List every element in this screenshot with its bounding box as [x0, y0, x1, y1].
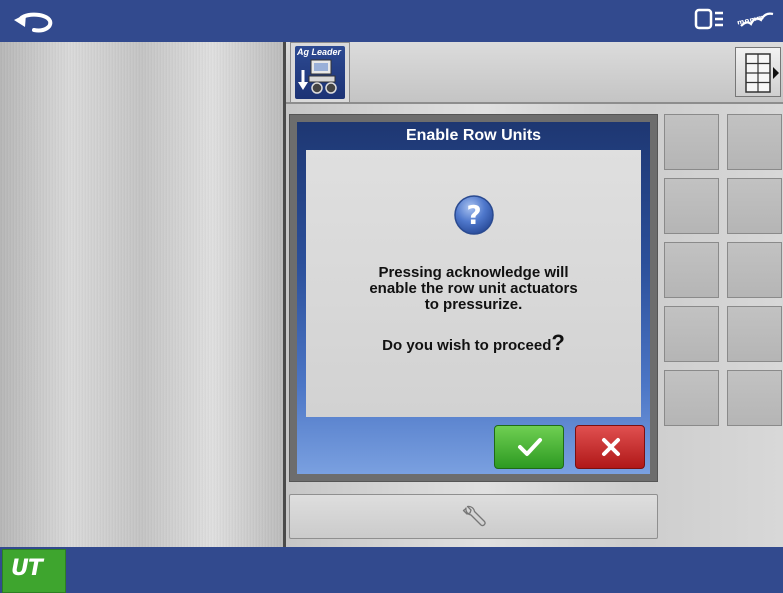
ut-label: UT	[11, 556, 43, 581]
grid-cell[interactable]	[664, 114, 719, 170]
message-line: enable the row unit actuators	[369, 280, 578, 297]
question-mark: ?	[551, 330, 565, 355]
checkmark-icon	[518, 438, 542, 456]
left-panel	[0, 42, 283, 547]
grid-cell[interactable]	[727, 114, 782, 170]
grid-cell[interactable]	[664, 242, 719, 298]
dialog-message: Pressing acknowledge will enable the row…	[306, 265, 641, 313]
grid-cell[interactable]	[727, 242, 782, 298]
planter-implement-icon	[298, 59, 337, 94]
top-bar: ᵐᵒᵐᵐ	[0, 0, 783, 42]
universal-terminal-button[interactable]: UT	[2, 549, 66, 593]
settings-bar-button[interactable]	[289, 494, 658, 539]
wrench-icon	[462, 505, 486, 527]
message-line: to pressurize.	[424, 296, 523, 313]
acknowledge-button[interactable]	[494, 425, 564, 469]
dialog-title: Enable Row Units	[405, 127, 542, 144]
tab-ag-leader[interactable]: Ag Leader	[290, 42, 350, 102]
svg-text:ᵐᵒᵐᵐ: ᵐᵒᵐᵐ	[736, 13, 765, 31]
enable-row-units-dialog: Enable Row Units ? Pressing acknowledge …	[289, 114, 658, 482]
grid-cell[interactable]	[727, 306, 782, 362]
bottom-bar: UT	[0, 547, 783, 593]
grid-cell[interactable]	[727, 370, 782, 426]
grid-cell[interactable]	[664, 178, 719, 234]
svg-text:?: ?	[466, 201, 481, 231]
ag-leader-tab-graphic: Ag Leader	[295, 46, 345, 99]
grid-cell[interactable]	[664, 306, 719, 362]
undo-arrow-icon	[14, 12, 53, 33]
cancel-button[interactable]	[575, 425, 645, 469]
tab-strip	[286, 42, 783, 104]
message-line: Pressing acknowledge will	[378, 264, 569, 281]
dialog-panel: Enable Row Units ? Pressing acknowledge …	[297, 122, 650, 474]
dialog-body: ? Pressing acknowledge will enable the r…	[306, 150, 641, 417]
grid-cell[interactable]	[727, 178, 782, 234]
back-button[interactable]	[6, 4, 62, 38]
grid-menu-button[interactable]	[735, 47, 781, 97]
question-icon: ?	[454, 195, 494, 235]
question-text: Do you wish to proceed	[382, 337, 552, 354]
x-icon	[602, 438, 620, 456]
signal-strength-icon[interactable]: ᵐᵒᵐᵐ	[735, 2, 779, 40]
dialog-question: Do you wish to proceed?	[306, 330, 641, 356]
display-status-icon[interactable]	[693, 2, 733, 40]
grid-menu-icon	[745, 53, 779, 93]
grid-cell[interactable]	[664, 370, 719, 426]
